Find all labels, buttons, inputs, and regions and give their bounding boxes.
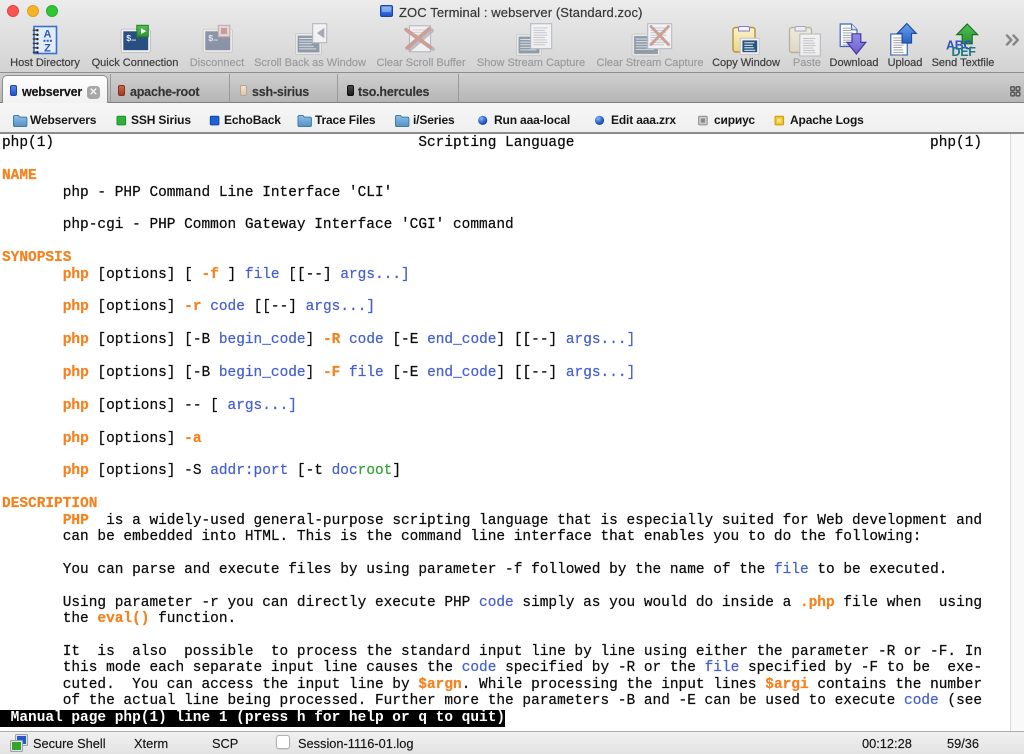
svg-text:A: A	[44, 29, 52, 41]
svg-text:Z: Z	[44, 43, 51, 55]
svg-text:$: $	[126, 34, 132, 44]
svg-text:$: $	[208, 34, 214, 44]
